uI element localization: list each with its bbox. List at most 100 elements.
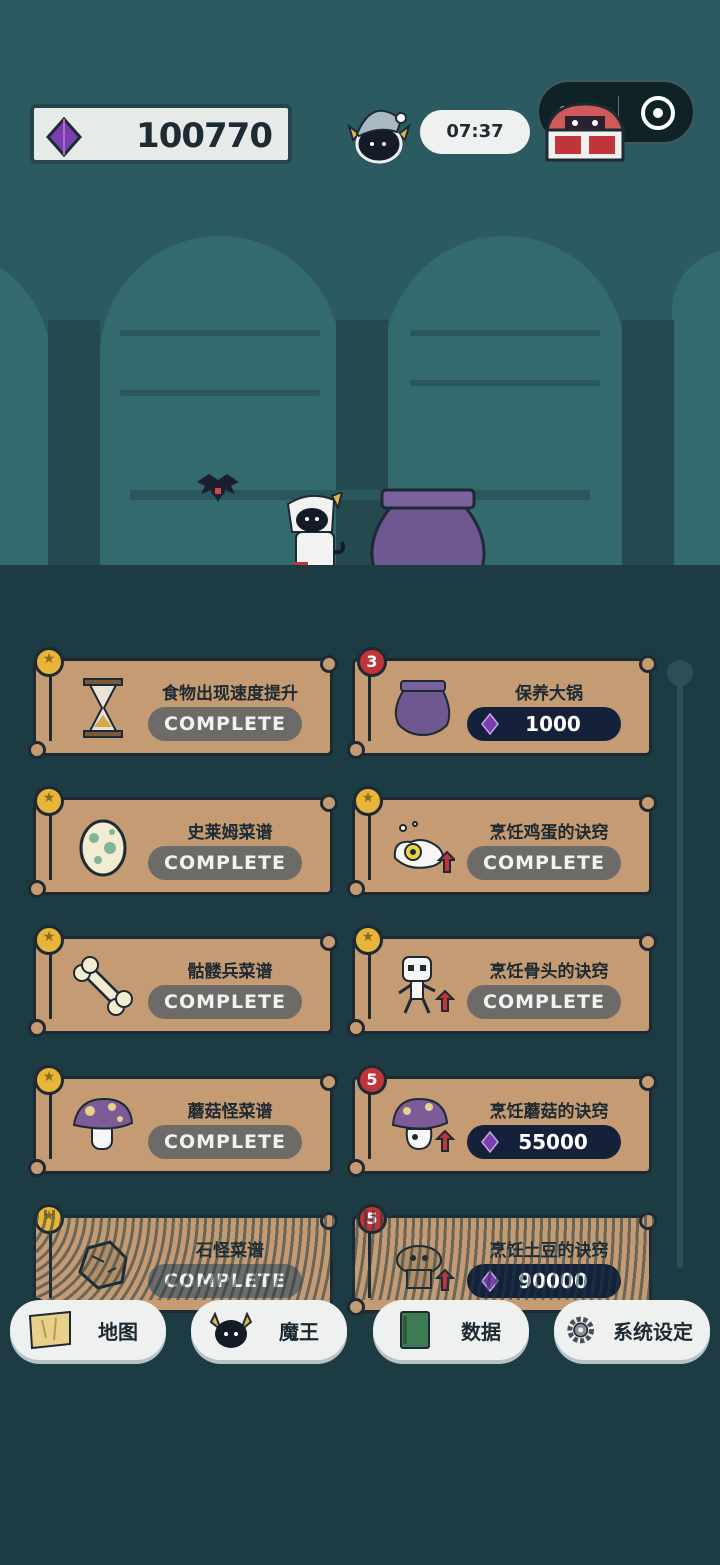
shelf	[410, 380, 600, 386]
complete-button[interactable]: COMPLETE	[467, 846, 621, 880]
pillar	[48, 320, 100, 570]
pin-string	[368, 671, 371, 741]
upgrade-title: 烹饪鸡蛋的诀窍	[489, 823, 609, 843]
complete-button[interactable]: COMPLETE	[148, 1125, 302, 1159]
treasure-chest-icon[interactable]	[543, 100, 627, 164]
star-badge-icon	[353, 925, 383, 955]
nav-demon-king-button[interactable]: 魔王	[191, 1300, 347, 1360]
upgrade-title: 骷髅兵菜谱	[187, 962, 273, 982]
purchase-button[interactable]: 1000	[467, 707, 621, 741]
nav-settings-button[interactable]: 系统设定	[554, 1300, 710, 1360]
nav-map-label: 地图	[98, 1320, 138, 1344]
nav-data-label: 数据	[461, 1320, 501, 1344]
scroll-curl	[320, 933, 338, 951]
nav-data-button[interactable]: 数据	[373, 1300, 529, 1360]
book-icon	[400, 1311, 430, 1349]
pin-string	[49, 949, 52, 1019]
upgrade-card[interactable]: 史莱姆菜谱 COMPLETE	[28, 786, 338, 898]
arch-right	[672, 250, 720, 570]
scroll-curl	[320, 794, 338, 812]
pin-string	[49, 1089, 52, 1159]
close-target-icon[interactable]	[641, 96, 675, 130]
price-value: 90000	[518, 1269, 588, 1293]
nav-settings-label: 系统设定	[613, 1320, 693, 1344]
star-badge-icon	[34, 1204, 64, 1234]
scroll-curl	[28, 1159, 46, 1177]
scroll-curl	[28, 880, 46, 898]
scroll-curl	[639, 794, 657, 812]
gem-counter: 100770	[30, 104, 292, 164]
pin-string	[368, 810, 371, 880]
gear-icon	[567, 1316, 594, 1344]
nav-demon-king-label: 魔王	[279, 1320, 319, 1344]
scrollbar-track[interactable]	[677, 668, 683, 1268]
scroll-curl	[639, 1212, 657, 1230]
map-icon	[28, 1310, 71, 1350]
demon-king-icon	[209, 1311, 253, 1348]
bat-icon	[197, 474, 239, 502]
upgrade-title: 石怪菜谱	[196, 1241, 264, 1261]
purchase-button[interactable]: 55000	[467, 1125, 621, 1159]
pin-string	[49, 1228, 52, 1298]
pin-string	[49, 810, 52, 880]
scroll-curl	[320, 655, 338, 673]
scroll-curl	[28, 1019, 46, 1037]
star-badge-icon	[34, 925, 64, 955]
gem-icon	[46, 117, 82, 157]
complete-button[interactable]: COMPLETE	[148, 846, 302, 880]
scroll-curl	[320, 1073, 338, 1091]
scroll-curl	[347, 1298, 365, 1316]
upgrade-card[interactable]: 烹饪骨头的诀窍 COMPLETE	[347, 925, 657, 1037]
upgrade-title: 食物出现速度提升	[162, 684, 298, 704]
bone-icon	[70, 953, 136, 1019]
upgrade-title: 蘑菇怪菜谱	[187, 1102, 273, 1122]
pin-string	[368, 1089, 371, 1159]
shelf	[410, 330, 600, 336]
fried-egg-icon	[389, 814, 458, 880]
hourglass-icon	[70, 675, 136, 741]
star-badge-icon	[34, 647, 64, 677]
scroll-curl	[347, 1159, 365, 1177]
price-value: 1000	[525, 712, 581, 736]
star-badge-icon	[34, 1065, 64, 1095]
shelf	[120, 330, 320, 336]
pillar	[622, 320, 674, 570]
complete-button[interactable]: COMPLETE	[467, 985, 621, 1019]
level-badge: 5	[357, 1204, 387, 1234]
upgrade-card[interactable]: 烹饪鸡蛋的诀窍 COMPLETE	[347, 786, 657, 898]
session-timer: 07:37	[420, 110, 530, 154]
upgrade-title: 烹饪蘑菇的诀窍	[489, 1102, 609, 1122]
scroll-curl	[347, 880, 365, 898]
pin-string	[49, 671, 52, 741]
scrollbar-thumb[interactable]	[667, 660, 693, 686]
upgrade-card[interactable]: 3 保养大锅 1000	[347, 647, 657, 759]
star-badge-icon	[353, 786, 383, 816]
price-value: 55000	[518, 1130, 588, 1154]
upgrade-card[interactable]: 5 烹饪土豆的诀窍 90000	[347, 1204, 657, 1316]
mushroom-monster-icon	[389, 1093, 456, 1159]
purchase-button[interactable]: 90000	[467, 1264, 621, 1298]
upgrade-title: 保养大锅	[515, 684, 583, 704]
scroll-curl	[347, 741, 365, 759]
skeleton-icon	[389, 953, 456, 1019]
complete-button[interactable]: COMPLETE	[148, 985, 302, 1019]
upgrade-card[interactable]: 骷髅兵菜谱 COMPLETE	[28, 925, 338, 1037]
upgrade-card[interactable]: 食物出现速度提升 COMPLETE	[28, 647, 338, 759]
scroll-curl	[347, 1019, 365, 1037]
upgrade-title: 烹饪骨头的诀窍	[489, 962, 609, 982]
gem-count: 100770	[136, 116, 273, 156]
upgrade-card[interactable]: 5 烹饪蘑菇的诀窍 55000	[347, 1065, 657, 1177]
upgrade-title: 烹饪土豆的诀窍	[489, 1241, 609, 1261]
demon-king-avatar[interactable]	[345, 100, 413, 166]
level-badge: 3	[357, 647, 387, 677]
pin-string	[368, 949, 371, 1019]
scroll-curl	[639, 655, 657, 673]
rock-icon	[70, 1232, 136, 1298]
scroll-curl	[639, 1073, 657, 1091]
upgrade-card[interactable]: 石怪菜谱 COMPLETE	[28, 1204, 338, 1316]
complete-button[interactable]: COMPLETE	[148, 1264, 302, 1298]
nav-map-button[interactable]: 地图	[10, 1300, 166, 1360]
complete-button[interactable]: COMPLETE	[148, 707, 302, 741]
upgrade-card[interactable]: 蘑菇怪菜谱 COMPLETE	[28, 1065, 338, 1177]
shelf	[120, 390, 320, 396]
